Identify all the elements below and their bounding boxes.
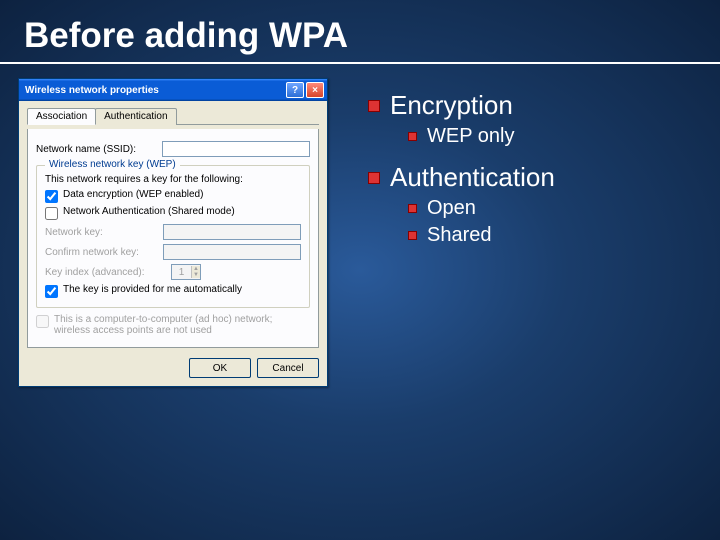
tab-pane-association: Network name (SSID): Wireless network ke… <box>27 129 319 348</box>
network-key-label: Network key: <box>45 227 157 238</box>
checkbox-adhoc-label: This is a computer-to-computer (ad hoc) … <box>54 314 310 336</box>
checkbox-data-encryption[interactable]: Data encryption (WEP enabled) <box>45 189 301 203</box>
title-underline <box>0 62 720 64</box>
confirm-key-label: Confirm network key: <box>45 247 157 258</box>
bullet-icon <box>408 231 417 240</box>
bullet-authentication: Authentication <box>368 162 555 193</box>
checkbox-adhoc-input <box>36 315 49 328</box>
wep-groupbox: Wireless network key (WEP) This network … <box>36 165 310 308</box>
checkbox-network-auth[interactable]: Network Authentication (Shared mode) <box>45 206 301 220</box>
checkbox-adhoc: This is a computer-to-computer (ad hoc) … <box>36 314 310 336</box>
checkbox-network-auth-label: Network Authentication (Shared mode) <box>63 206 235 217</box>
titlebar[interactable]: Wireless network properties ? × <box>19 79 327 101</box>
chevron-down-icon: ▼ <box>192 272 200 278</box>
checkbox-data-encryption-input[interactable] <box>45 190 58 203</box>
checkbox-auto-key-label: The key is provided for me automatically <box>63 284 242 295</box>
bullet-icon <box>408 204 417 213</box>
checkbox-network-auth-input[interactable] <box>45 207 58 220</box>
content-area: Wireless network properties ? × Associat… <box>0 78 720 387</box>
bullet-list: Encryption WEP only Authentication Open … <box>368 78 555 387</box>
checkbox-auto-key[interactable]: The key is provided for me automatically <box>45 284 301 298</box>
key-index-value: 1 <box>172 267 191 278</box>
key-index-spinner: 1 ▲▼ <box>171 264 201 280</box>
slide-title: Before adding WPA <box>0 0 720 62</box>
bullet-encryption-label: Encryption <box>390 90 513 121</box>
bullet-open: Open <box>408 197 555 220</box>
groupbox-caption: Wireless network key (WEP) <box>45 159 180 170</box>
help-icon[interactable]: ? <box>286 82 304 98</box>
bullet-icon <box>368 172 380 184</box>
bullet-icon <box>408 132 417 141</box>
checkbox-data-encryption-label: Data encryption (WEP enabled) <box>63 189 203 200</box>
bullet-wep-only: WEP only <box>408 125 555 148</box>
bullet-encryption: Encryption <box>368 90 555 121</box>
tab-association[interactable]: Association <box>27 108 96 125</box>
wireless-properties-dialog: Wireless network properties ? × Associat… <box>18 78 328 387</box>
network-key-input <box>163 224 301 240</box>
bullet-shared: Shared <box>408 224 555 247</box>
dialog-body: Association Authentication Network name … <box>19 101 327 352</box>
ssid-label: Network name (SSID): <box>36 144 156 155</box>
checkbox-auto-key-input[interactable] <box>45 285 58 298</box>
groupbox-text: This network requires a key for the foll… <box>45 174 301 185</box>
ok-button[interactable]: OK <box>189 358 251 378</box>
tab-authentication[interactable]: Authentication <box>95 108 176 125</box>
spinner-buttons: ▲▼ <box>191 266 200 278</box>
bullet-authentication-label: Authentication <box>390 162 555 193</box>
tabstrip: Association Authentication <box>27 107 319 125</box>
confirm-key-input <box>163 244 301 260</box>
close-icon[interactable]: × <box>306 82 324 98</box>
bullet-shared-label: Shared <box>427 224 492 247</box>
dialog-title: Wireless network properties <box>25 85 284 96</box>
ssid-input[interactable] <box>162 141 310 157</box>
bullet-open-label: Open <box>427 197 476 220</box>
bullet-wep-only-label: WEP only <box>427 125 514 148</box>
cancel-button[interactable]: Cancel <box>257 358 319 378</box>
bullet-icon <box>368 100 380 112</box>
dialog-button-row: OK Cancel <box>19 352 327 386</box>
key-index-label: Key index (advanced): <box>45 267 165 278</box>
